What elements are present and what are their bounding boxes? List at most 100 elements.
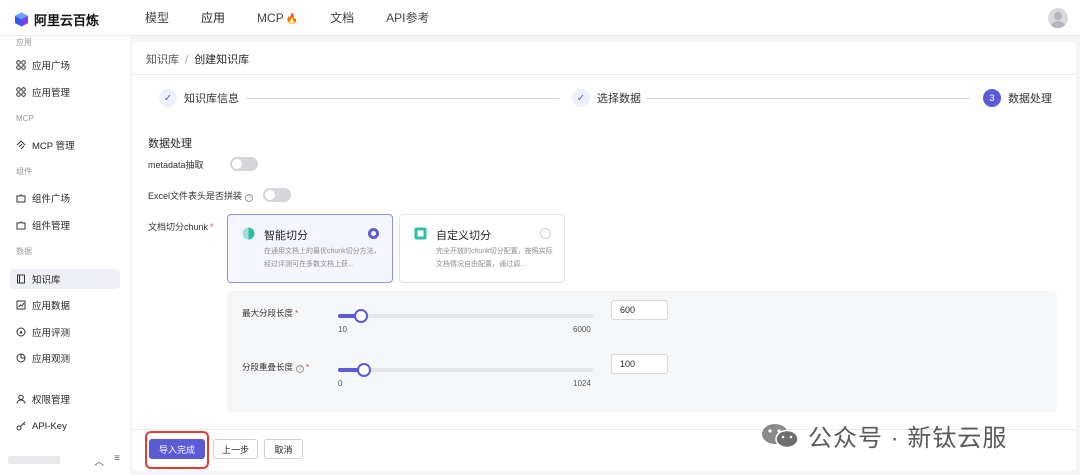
sidebar-item-app-data[interactable]: 应用数据 [10, 295, 120, 315]
chunk-params-panel: 最大分段长度 * 10 6000 600 分段重叠长度? * 0 1024 100 [227, 291, 1057, 412]
sidebar-item-label: 应用数据 [32, 301, 71, 312]
check-icon: ✓ [572, 89, 590, 107]
sidebar-item-mcp-manage[interactable]: MCP 管理 [10, 135, 120, 155]
overlap-slider[interactable] [338, 363, 593, 377]
mcp-icon [16, 140, 26, 150]
nav-docs[interactable]: 文档 [330, 0, 354, 36]
pie-icon [16, 353, 26, 363]
sidebar-item-label: 知识库 [32, 275, 61, 286]
nav-mcp-label: MCP [257, 11, 284, 25]
previous-step-button[interactable]: 上一步 [213, 439, 258, 459]
step-3: 3 数据处理 [983, 89, 1052, 107]
chart-icon [16, 300, 26, 310]
chevron-up-icon[interactable]: ︿ [94, 453, 104, 468]
top-navbar: 阿里云百炼 模型 应用 MCP 🔥 文档 API参考 [0, 0, 1080, 36]
step-number: 3 [983, 89, 1001, 107]
divider [133, 74, 1076, 75]
slider-max: 1024 [573, 379, 591, 388]
bailian-logo-icon [14, 12, 29, 27]
nav-api-ref[interactable]: API参考 [386, 0, 429, 36]
watermark-text: 公众号 · 新钛云服 [808, 425, 1008, 452]
overlap-input[interactable]: 100 [611, 354, 668, 374]
radio-selected[interactable] [368, 228, 379, 239]
metadata-toggle[interactable] [230, 157, 258, 171]
chunk-option-title: 智能切分 [264, 230, 308, 242]
chunk-option-smart[interactable]: 智能切分 在通用文档上的最优chunk切分方法，经过评测可在多数文档上获... [227, 214, 393, 283]
sidebar-group-component: 组件 [16, 167, 32, 176]
cancel-button[interactable]: 取消 [264, 439, 303, 459]
step-3-label: 数据处理 [1008, 93, 1052, 105]
menu-icon[interactable]: ≡ [114, 453, 120, 468]
step-connector [646, 98, 970, 99]
main-nav: 模型 应用 MCP 🔥 文档 API参考 [145, 0, 462, 36]
user-avatar[interactable] [1048, 8, 1068, 28]
sidebar-item-app-observe[interactable]: 应用观测 [10, 348, 120, 368]
sidebar-item-label: 应用管理 [32, 88, 71, 99]
sidebar-item-knowledge-base[interactable]: 知识库 [10, 269, 120, 289]
chunk-option-desc: 在通用文档上的最优chunk切分方法，经过评测可在多数文档上获... [264, 248, 381, 268]
sidebar-item-label: 应用广场 [32, 61, 71, 72]
help-icon[interactable]: ? [296, 365, 305, 373]
slider-min: 0 [338, 379, 343, 388]
compass-icon [16, 327, 26, 337]
max-length-slider[interactable] [338, 309, 593, 323]
grid-icon [16, 60, 26, 70]
check-icon: ✓ [159, 89, 177, 107]
step-2-label: 选择数据 [597, 93, 641, 105]
chunk-label-text: 文档切分chunk [148, 222, 209, 232]
sidebar-item-label: 组件广场 [32, 194, 71, 205]
chunk-label: 文档切分chunk * [148, 220, 214, 233]
breadcrumb-parent[interactable]: 知识库 [146, 54, 179, 66]
puzzle-icon [16, 193, 26, 203]
fire-icon: 🔥 [285, 14, 299, 25]
main-card: 知识库 / 创建知识库 ✓ 知识库信息 ✓ 选择数据 3 数据处理 数据处理 m… [133, 42, 1076, 471]
sidebar-group-data: 数据 [16, 247, 32, 256]
sidebar-item-label: API-Key [32, 420, 67, 432]
sidebar-item-app-square[interactable]: 应用广场 [10, 55, 120, 75]
max-length-input[interactable]: 600 [611, 300, 668, 320]
metadata-label: metadata抽取 [148, 160, 204, 170]
custom-split-icon [414, 227, 427, 240]
excel-header-toggle[interactable] [263, 188, 291, 202]
sidebar-item-app-eval[interactable]: 应用评测 [10, 322, 120, 342]
user-icon [16, 394, 26, 404]
step-1-label: 知识库信息 [184, 93, 239, 105]
sidebar-item-label: 应用观测 [32, 354, 71, 365]
slider-thumb[interactable] [353, 309, 368, 323]
required-mark: * [295, 308, 299, 318]
sidebar-item-component-square[interactable]: 组件广场 [10, 188, 120, 208]
overlap-label-text: 分段重叠长度 [242, 362, 294, 372]
sidebar-item-component-manage[interactable]: 组件管理 [10, 215, 120, 235]
breadcrumb: 知识库 / 创建知识库 [146, 51, 249, 67]
nav-mcp[interactable]: MCP 🔥 [257, 0, 298, 36]
radio-unselected[interactable] [540, 228, 551, 239]
sidebar-item-label: 应用评测 [32, 328, 71, 339]
sidebar-item-label: 组件管理 [32, 221, 71, 232]
breadcrumb-separator: / [185, 54, 189, 66]
sidebar-group-app: 应用 [16, 38, 32, 47]
overlap-label: 分段重叠长度? * [242, 361, 309, 373]
sidebar-item-app-manage[interactable]: 应用管理 [10, 82, 120, 102]
sidebar-item-permissions[interactable]: 权限管理 [10, 389, 120, 409]
step-1: ✓ 知识库信息 [159, 89, 239, 107]
app-logo[interactable]: 阿里云百炼 [14, 10, 99, 29]
app-title: 阿里云百炼 [34, 13, 100, 28]
slider-thumb[interactable] [356, 363, 371, 377]
nav-models[interactable]: 模型 [145, 0, 169, 36]
highlight-annotation [145, 431, 209, 469]
chunk-option-custom[interactable]: 自定义切分 完全开放的chunk切分配置，按照实际文档情况自由配置，通过调... [399, 214, 565, 283]
sidebar-footer: ︿ ≡ [8, 453, 124, 468]
sidebar-item-api-key[interactable]: API-Key [10, 416, 120, 436]
slider-max: 6000 [573, 325, 591, 334]
chunk-option-title: 自定义切分 [436, 230, 491, 242]
excel-header-label-text: Excel文件表头是否拼装 [148, 191, 243, 201]
smart-split-icon [242, 227, 255, 240]
nav-apps[interactable]: 应用 [201, 0, 225, 36]
sidebar-group-mcp: MCP [16, 114, 34, 123]
sidebar-item-label: 权限管理 [32, 395, 71, 406]
step-2: ✓ 选择数据 [572, 89, 641, 107]
puzzle-icon [16, 220, 26, 230]
max-length-label-text: 最大分段长度 [242, 308, 294, 318]
section-title: 数据处理 [148, 138, 192, 150]
help-icon[interactable]: ? [245, 194, 254, 202]
